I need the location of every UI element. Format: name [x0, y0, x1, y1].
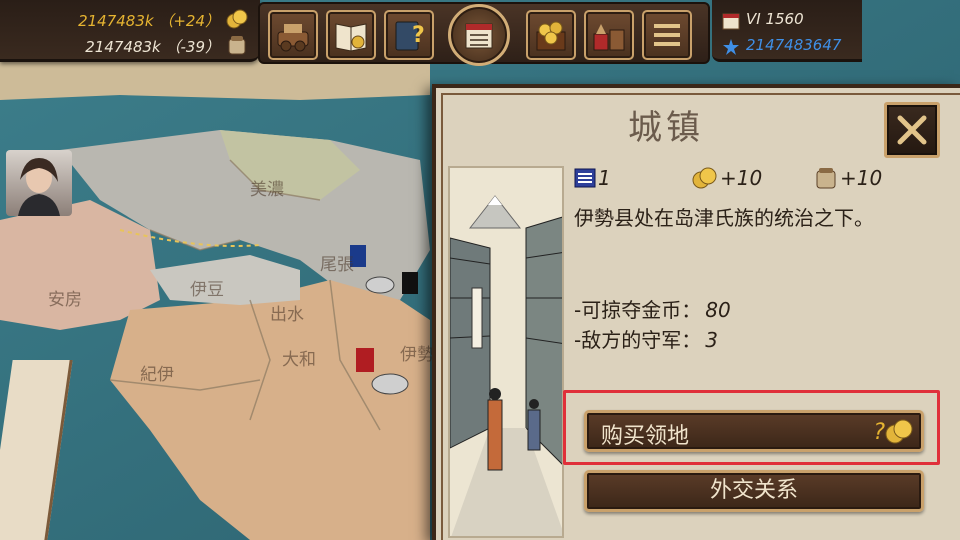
province-description: 伊勢县处在岛津氏族的统治之下。 [574, 206, 874, 230]
quests-icon: ? [395, 21, 425, 51]
province-dialog: 城镇 1 +10 +10 伊勢县处在岛津氏族的统治之下。 -可掠夺金币： 80 … [432, 84, 960, 540]
garrison-value: 3 [705, 328, 718, 352]
diplomacy-button[interactable]: 外交关系 [584, 470, 924, 512]
buy-territory-label: 购买领地 [601, 424, 690, 449]
dialog-title: 城镇 [628, 108, 704, 148]
food-amount: 2147483k （-39） [0, 36, 254, 57]
market-icon [593, 24, 625, 51]
gold-income-value: +10 [720, 166, 763, 190]
calendar-button[interactable] [448, 4, 510, 66]
calendar-small-icon [722, 13, 740, 30]
garrison-label: -敌方的守军： [574, 328, 702, 352]
gold-coins-icon [885, 419, 913, 444]
player-avatar[interactable] [6, 150, 72, 216]
loot-label: -可掠夺金币： [574, 298, 702, 322]
region-label: 伊勢 [400, 345, 434, 365]
gold-coins-icon [692, 167, 717, 189]
army-button[interactable] [268, 10, 318, 60]
level-stat: 1 [574, 166, 611, 190]
loot-info: -可掠夺金币： 80 [574, 294, 731, 323]
province-stats: 1 +10 +10 [574, 166, 954, 194]
treasury-button[interactable] [526, 10, 576, 60]
buy-territory-button[interactable]: 购买领地 ? [584, 410, 924, 452]
buy-cost-value: ? [873, 419, 885, 445]
resource-panel: 2147483k （+24） 2147483k （-39） [0, 0, 260, 62]
army-icon [277, 24, 309, 52]
level-value: 1 [598, 166, 611, 190]
army-banner-icon[interactable] [402, 272, 418, 294]
food-income-value: +10 [840, 166, 883, 190]
buy-cost: ? [873, 419, 913, 445]
rice-bag-icon [816, 168, 836, 189]
building-level-icon [574, 168, 596, 188]
garrison-info: -敌方的守军： 3 [574, 324, 718, 353]
food-income-stat: +10 [814, 166, 882, 190]
gold-coins-icon [226, 9, 248, 29]
svg-text:?: ? [412, 23, 425, 48]
current-date: VI 1560 [746, 10, 804, 28]
region-label: 伊豆 [190, 280, 224, 300]
region-label: 美濃 [250, 180, 284, 200]
star-icon [723, 39, 739, 55]
loot-value: 80 [705, 298, 731, 322]
rice-bag-icon [228, 36, 246, 55]
gold-amount: 2147483k （+24） [0, 9, 254, 31]
main-menu-button[interactable] [642, 10, 692, 60]
region-label: 出水 [270, 305, 304, 325]
main-menu-bar: ? [258, 2, 710, 66]
region-label: 紀伊 [140, 365, 174, 385]
prestige-value: 2147483647 [746, 36, 842, 54]
gold-amount-text: 2147483k （+24） [78, 12, 220, 30]
date-panel: VI 1560 2147483647 [712, 0, 862, 62]
close-button[interactable] [884, 102, 940, 158]
menu-icon [654, 24, 680, 46]
calendar-icon [465, 23, 493, 49]
close-icon [897, 115, 927, 145]
region-label: 大和 [282, 350, 316, 370]
gold-income-stat: +10 [692, 166, 762, 190]
codex-icon [335, 23, 367, 52]
codex-button[interactable] [326, 10, 376, 60]
region-label: 安房 [48, 290, 82, 310]
region-label: 尾張 [320, 255, 354, 275]
food-amount-text: 2147483k （-39） [85, 38, 220, 56]
town-illustration [448, 166, 564, 538]
quests-button[interactable]: ? [384, 10, 434, 60]
market-button[interactable] [584, 10, 634, 60]
treasury-icon [536, 21, 566, 51]
